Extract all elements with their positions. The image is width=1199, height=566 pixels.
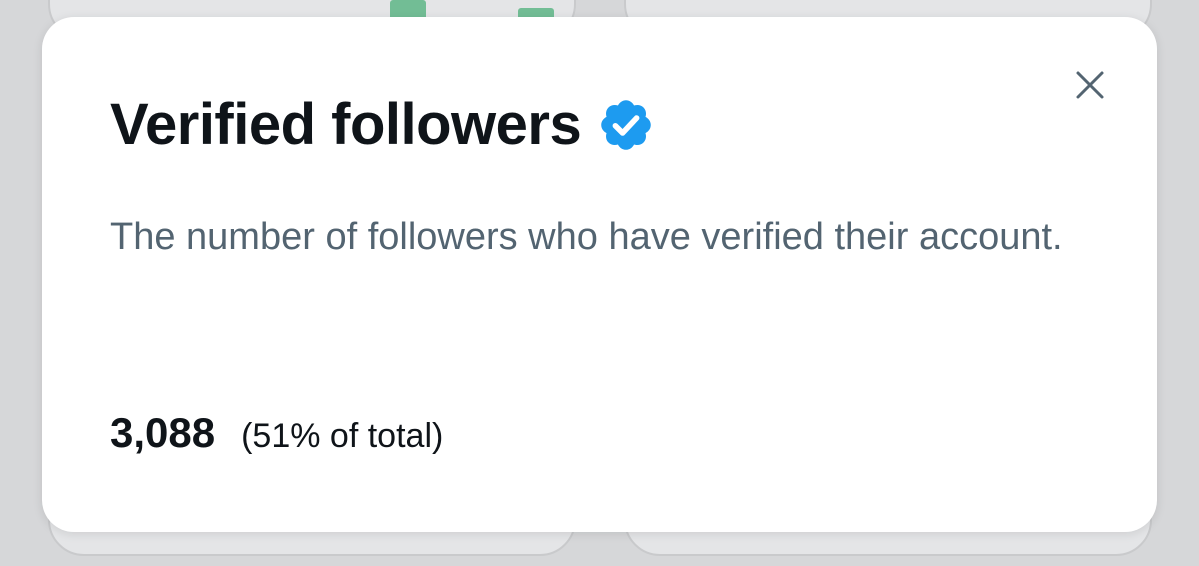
close-button[interactable] (1068, 63, 1112, 107)
percent-of-total: (51% of total) (241, 417, 444, 455)
verified-badge-icon (601, 100, 652, 150)
verified-followers-count: 3,088 (110, 409, 216, 456)
verified-followers-modal: Verified followers The number of followe… (42, 17, 1157, 532)
close-icon (1076, 71, 1104, 99)
title-row: Verified followers (110, 89, 655, 159)
modal-title: Verified followers (110, 91, 582, 157)
modal-description: The number of followers who have verifie… (110, 216, 1063, 258)
stat-row: 3,088 (51% of total) (110, 409, 443, 457)
